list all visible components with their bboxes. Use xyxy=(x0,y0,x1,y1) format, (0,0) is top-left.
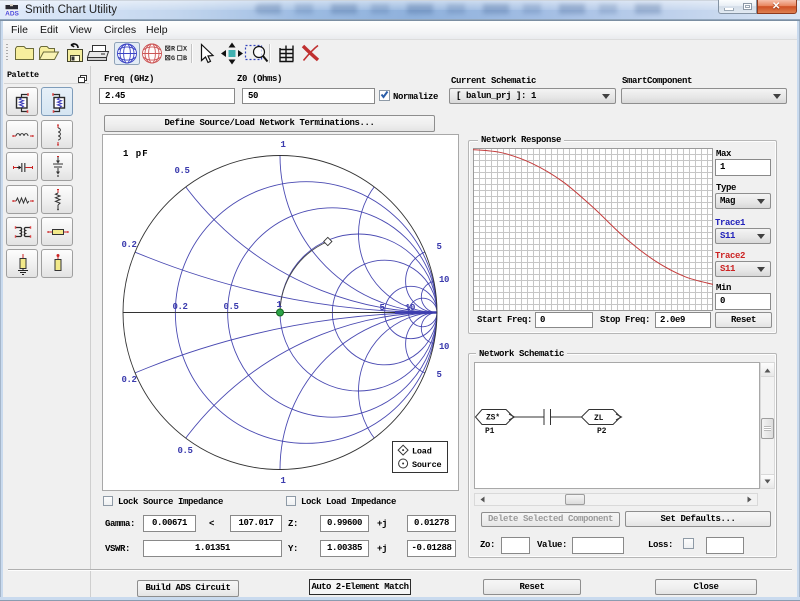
svg-text:Load: Load xyxy=(412,447,432,457)
svg-text:0.5: 0.5 xyxy=(223,302,238,312)
svg-text:0.2: 0.2 xyxy=(172,302,187,312)
svg-text:ZS*: ZS* xyxy=(486,414,500,423)
svg-text:5: 5 xyxy=(436,370,441,380)
svg-text:Source: Source xyxy=(412,460,442,470)
svg-text:0.2: 0.2 xyxy=(121,240,136,250)
svg-text:R: R xyxy=(171,46,176,54)
svg-text:ZL: ZL xyxy=(594,414,604,423)
svg-text:P1: P1 xyxy=(485,427,495,436)
svg-text:0.2: 0.2 xyxy=(121,375,136,385)
svg-text:P2: P2 xyxy=(597,427,607,436)
svg-text:1: 1 xyxy=(280,140,286,150)
svg-text:ADS: ADS xyxy=(5,11,19,18)
svg-text:0.5: 0.5 xyxy=(177,446,192,456)
svg-text:1: 1 xyxy=(280,476,286,486)
svg-text:0.5: 0.5 xyxy=(174,166,189,176)
svg-text:10: 10 xyxy=(405,303,415,313)
svg-text:10: 10 xyxy=(439,342,449,352)
svg-text:5: 5 xyxy=(379,303,384,313)
svg-text:B: B xyxy=(183,55,187,63)
svg-text:5: 5 xyxy=(436,242,441,252)
svg-text:1 pF: 1 pF xyxy=(123,149,149,159)
svg-text:10: 10 xyxy=(439,275,449,285)
svg-text:G: G xyxy=(171,55,175,63)
svg-text:X: X xyxy=(183,46,188,54)
svg-text:1: 1 xyxy=(276,300,282,310)
